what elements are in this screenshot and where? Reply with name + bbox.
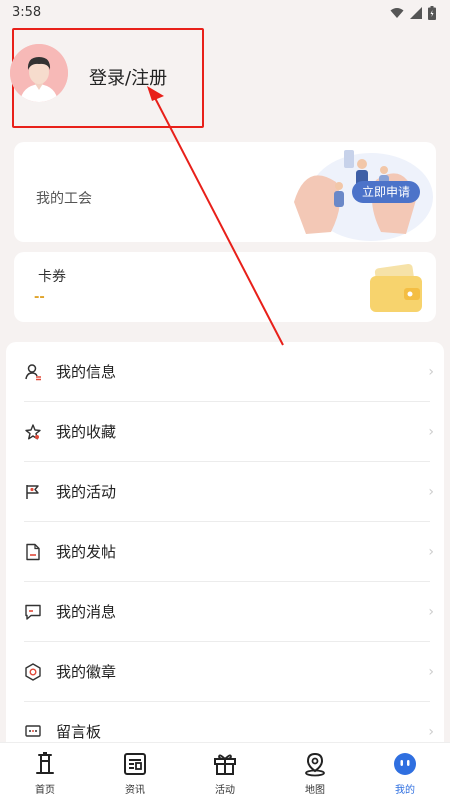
flag-icon (26, 485, 39, 499)
chevron-right-icon: › (428, 604, 434, 620)
tab-label: 首页 (35, 785, 55, 796)
tab-label: 我的 (395, 785, 415, 796)
tab-mine[interactable]: 我的 (360, 743, 450, 801)
menu-item-label: 我的消息 (56, 603, 117, 621)
tab-news[interactable]: 资讯 (90, 743, 180, 801)
status-bar: 3:58 (0, 0, 450, 26)
document-icon (26, 543, 40, 561)
tab-label: 资讯 (125, 785, 145, 796)
menu-item-label: 我的收藏 (56, 423, 117, 441)
menu-list: 我的信息 › 我的收藏 › 我的活动 › 我的发帖 › 我的消息 › 我的徽章 … (6, 342, 444, 762)
battery-icon (428, 6, 436, 20)
user-icon (25, 364, 41, 381)
coupon-value: -- (34, 290, 45, 305)
message-icon (25, 604, 41, 620)
menu-item-label: 我的活动 (56, 483, 117, 501)
chevron-right-icon: › (428, 544, 434, 560)
avatar[interactable] (10, 44, 68, 102)
star-icon (25, 424, 41, 440)
tab-map[interactable]: 地图 (270, 743, 360, 801)
tab-label: 活动 (215, 785, 235, 796)
login-register-link[interactable]: 登录/注册 (89, 64, 167, 90)
menu-item-label: 我的信息 (56, 363, 117, 381)
status-icons (390, 6, 436, 20)
news-icon (124, 753, 146, 775)
tab-activity[interactable]: 活动 (180, 743, 270, 801)
status-time: 3:58 (12, 5, 42, 20)
wifi-icon (390, 8, 404, 18)
tab-label: 地图 (305, 785, 325, 796)
menu-item-my-activities[interactable]: 我的活动 › (6, 462, 444, 522)
bottom-tab-bar: 首页 资讯 活动 地图 我的 (0, 742, 450, 801)
menu-item-label: 我的徽章 (56, 663, 117, 681)
menu-item-label: 留言板 (56, 723, 102, 741)
menu-item-my-posts[interactable]: 我的发帖 › (6, 522, 444, 582)
coupon-card[interactable]: 卡券 -- (14, 252, 436, 322)
apply-now-button[interactable]: 立即申请 (352, 181, 420, 203)
gift-icon (214, 754, 236, 775)
menu-item-my-favorites[interactable]: 我的收藏 › (6, 402, 444, 462)
coupon-title: 卡券 (38, 269, 66, 285)
menu-item-my-messages[interactable]: 我的消息 › (6, 582, 444, 642)
map-pin-icon (305, 752, 325, 777)
union-title: 我的工会 (36, 191, 92, 207)
badge-icon (25, 663, 41, 681)
chevron-right-icon: › (428, 484, 434, 500)
chevron-right-icon: › (428, 364, 434, 380)
chevron-right-icon: › (428, 664, 434, 680)
message-board-icon (25, 725, 41, 737)
mine-face-icon (394, 753, 416, 775)
profile-header[interactable]: 登录/注册 (10, 28, 206, 130)
home-icon (36, 752, 54, 774)
chevron-right-icon: › (428, 724, 434, 740)
menu-item-my-badges[interactable]: 我的徽章 › (6, 642, 444, 702)
user-avatar-icon (10, 44, 68, 102)
signal-icon (410, 7, 422, 19)
wallet-icon (370, 263, 422, 312)
menu-item-my-info[interactable]: 我的信息 › (6, 342, 444, 402)
menu-item-label: 我的发帖 (56, 543, 117, 561)
chevron-right-icon: › (428, 424, 434, 440)
tab-home[interactable]: 首页 (0, 743, 90, 801)
